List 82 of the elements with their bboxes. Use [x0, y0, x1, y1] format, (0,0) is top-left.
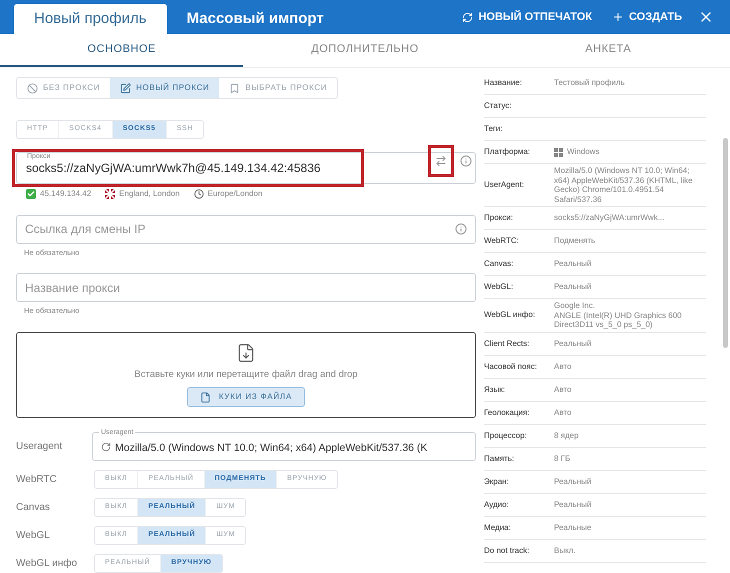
bookmark-icon — [229, 82, 240, 94]
proxy-mode-option[interactable]: НОВЫЙ ПРОКСИ — [110, 78, 220, 98]
summary-label: Память: — [484, 452, 516, 464]
summary-value: Реальный — [554, 476, 592, 486]
check-icon — [26, 188, 36, 199]
proxy-info-text: Europe/London — [208, 188, 262, 200]
info-icon[interactable] — [460, 155, 472, 167]
summary-label: Client Rects: — [484, 338, 530, 350]
windows-logo-icon — [554, 148, 563, 156]
summary-value: Windows — [567, 147, 600, 157]
summary-label: Медиа: — [484, 522, 512, 534]
row-label: WebGL — [16, 529, 51, 543]
header-action-button[interactable]: НОВЫЙ ОТПЕЧАТОК — [452, 0, 602, 34]
summary-value: Реальный — [554, 259, 592, 269]
text-input-field[interactable]: Название прокси — [16, 273, 476, 302]
summary-label: Прокси: — [484, 212, 514, 224]
flag-icon — [105, 188, 116, 199]
summary-label: Платформа: — [484, 146, 532, 158]
proxy-value: socks5://zaNyGjWA:umrWwk7h@45.149.134.42:45836 — [26, 160, 321, 177]
section-tab[interactable]: АНКЕТА — [486, 34, 730, 67]
summary-label: WebRTC: — [484, 235, 520, 247]
summary-value: Тестовый профиль — [554, 78, 625, 88]
header-action-button[interactable]: СОЗДАТЬ — [602, 0, 692, 34]
no-entry-icon — [27, 82, 38, 94]
file-icon — [200, 392, 211, 403]
scrollbar-thumb[interactable] — [723, 138, 728, 348]
plus-icon — [612, 11, 624, 23]
proxy-info-text: 45.149.134.42 — [40, 188, 92, 200]
summary-label: WebGL инфо: — [484, 309, 536, 322]
summary-label: Язык: — [484, 384, 506, 396]
swap-icon — [435, 155, 447, 167]
summary-value: Подменять — [554, 236, 596, 246]
summary-value: Реальный — [554, 338, 592, 348]
summary-label: Аудио: — [484, 498, 510, 510]
summary-value: Авто — [554, 408, 572, 418]
summary-label: Статус: — [484, 100, 513, 112]
section-tab[interactable]: ДОПОЛНИТЕЛЬНО — [243, 34, 487, 67]
summary-label: Do not track: — [484, 544, 530, 556]
proxy-info-text: England, London — [119, 188, 180, 200]
summary-label: Canvas: — [484, 258, 514, 270]
row-label: WebRTC — [16, 473, 58, 487]
summary-label: Часовой пояс: — [484, 360, 538, 372]
cookies-drop-area[interactable]: Вставьте куки или перетащите файл drag and drop КУКИ ИЗ ФАЙЛА — [16, 332, 476, 418]
summary-value: Mozilla/5.0 (Windows NT 10.0; Win64; x64) AppleWebKit/537.36 (KHTML, like Gecko) Chrome/101.0.4951.54 Safari/537.36 — [554, 166, 694, 204]
summary-value: 8 ядер — [554, 430, 579, 440]
summary-label: Экран: — [484, 476, 510, 488]
summary-label: Геолокация: — [484, 406, 530, 418]
summary-label: WebGL: — [484, 281, 514, 293]
clock-icon — [194, 188, 204, 199]
edit-icon — [120, 82, 132, 94]
cookies-file-button[interactable]: КУКИ ИЗ ФАЙЛА — [186, 387, 306, 408]
summary-value: Реальный — [554, 282, 592, 292]
text-input-field[interactable]: Ссылка для смены IP — [16, 214, 476, 244]
summary-value: socks5://zaNyGjWA:umrWwk... — [554, 213, 664, 223]
summary-value: Выкл. — [554, 546, 576, 556]
input-placeholder[interactable]: Ссылка для смены IP — [25, 220, 455, 238]
summary-label: Название: — [484, 77, 523, 89]
header-tab[interactable]: Массовый импорт — [166, 4, 344, 34]
refresh-icon[interactable] — [101, 442, 111, 452]
summary-value: Реальные — [554, 522, 592, 532]
useragent-value: Mozilla/5.0 (Windows NT 10.0; Win64; x64) AppleWebKit/537.36 (K — [115, 440, 428, 456]
summary-label: Процессор: — [484, 430, 528, 442]
row-label: Canvas — [16, 501, 51, 515]
proxy-mode-option[interactable]: ВЫБРАТЬ ПРОКСИ — [219, 78, 338, 98]
header-tab[interactable]: Новый профиль — [14, 4, 167, 34]
info-icon[interactable] — [455, 223, 467, 236]
swap-button[interactable] — [428, 145, 454, 177]
summary-value: Google Inc. ANGLE (Intel(R) UHD Graphics 600 Direct3D11 vs_5_0 ps_5_0) — [554, 301, 683, 330]
summary-value: Реальный — [554, 500, 592, 510]
drop-instructions: Вставьте куки или перетащите файл drag and drop — [134, 368, 358, 382]
proxy-mode-option[interactable]: БЕЗ ПРОКСИ — [17, 78, 110, 98]
summary-label: UserAgent: — [484, 179, 526, 191]
input-placeholder[interactable]: Название прокси — [25, 278, 467, 296]
refresh-icon — [462, 12, 474, 22]
section-tab[interactable]: ОСНОВНОЕ — [0, 34, 244, 67]
summary-value: Авто — [554, 362, 572, 372]
summary-value: 8 ГБ — [554, 454, 570, 464]
summary-label: Теги: — [484, 123, 504, 135]
summary-value: Авто — [554, 384, 572, 394]
download-icon — [236, 343, 256, 363]
row-label: Useragent — [16, 440, 64, 454]
row-label: WebGL инфо — [16, 557, 78, 571]
